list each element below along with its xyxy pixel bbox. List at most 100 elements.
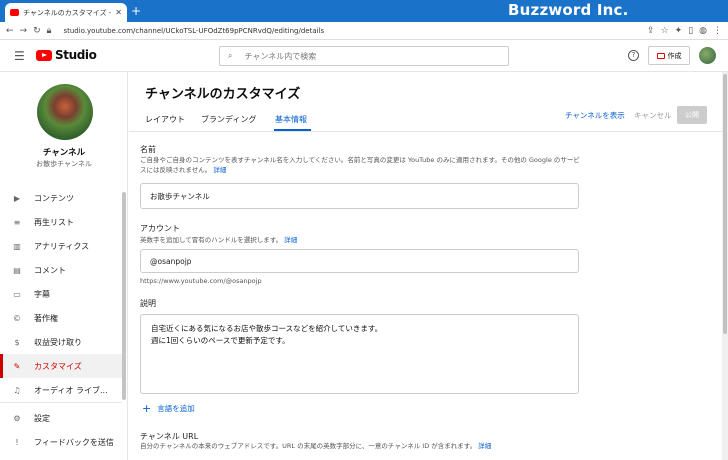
studio-sidebar: チャンネル お散歩チャンネル ▶ コンテンツ ≡ 再生リスト ▥ アナリティクス… — [0, 72, 128, 460]
sidebar-item-label: アナリティクス — [34, 241, 90, 251]
forward-icon[interactable]: → — [20, 26, 28, 36]
description-label: 説明 — [140, 299, 156, 308]
channel-url-description-text: 自分のチャンネルの本来のウェブアドレスです。URL の末尾の英数字部分に、一意の… — [140, 442, 477, 450]
add-language-label: 言語を追加 — [157, 404, 195, 413]
name-description-text: ご自身やご自身のコンテンツを表すチャンネル名を入力してください。名前と写真の変更… — [140, 156, 580, 174]
sidebar-item-playlists[interactable]: ≡ 再生リスト — [0, 210, 122, 234]
hamburger-menu-icon[interactable]: ☰ — [14, 49, 25, 63]
tab-branding[interactable]: ブランディング — [201, 114, 256, 125]
sidebar-item-label: 設定 — [34, 413, 50, 423]
back-icon[interactable]: ← — [6, 26, 14, 36]
account-description: 英数字を追加して冒有のハンドルを選択します。 詳細 — [140, 235, 580, 245]
sidebar-item-copyright[interactable]: © 著作権 — [0, 306, 122, 330]
sidebar-item-label: フィードバックを送信 — [34, 437, 114, 447]
help-icon[interactable]: ? — [628, 50, 639, 61]
playlist-icon: ≡ — [13, 217, 21, 227]
channel-name: チャンネル — [42, 148, 86, 158]
content-icon: ▶ — [13, 193, 21, 203]
sidebar-item-feedback[interactable]: ! フィードバックを送信 — [0, 430, 122, 454]
close-tab-icon[interactable]: ✕ — [115, 8, 122, 17]
search-icon: ⌕ — [228, 51, 233, 60]
page-title: チャンネルのカスタマイズ — [145, 87, 301, 102]
extensions-icon[interactable]: ✦ — [675, 26, 683, 36]
sidebar-scrollbar[interactable] — [122, 192, 126, 400]
channel-url-details-link[interactable]: 詳細 — [478, 442, 491, 450]
create-button[interactable]: 作成 — [648, 46, 690, 65]
sidebar-item-audio-library[interactable]: ♫ オーディオ ライブ... — [0, 378, 122, 402]
create-video-icon — [656, 52, 665, 59]
studio-logo-text: Studio — [55, 48, 97, 62]
view-channel-link[interactable]: チャンネルを表示 — [565, 110, 625, 121]
description-line-1: 自宅近くにある気になるお店や散歩コースなどを紹介していきます。 — [151, 324, 383, 333]
gear-icon: ⚙ — [13, 413, 21, 423]
name-label: 名前 — [140, 145, 156, 154]
sidebar-item-customization[interactable]: ✎ カスタマイズ — [0, 354, 122, 378]
tab-layout[interactable]: レイアウト — [145, 114, 185, 125]
new-tab-button[interactable]: + — [131, 4, 141, 18]
search-placeholder: チャンネル内で検索 — [244, 51, 317, 61]
sidebar-item-label: 収益受け取り — [34, 337, 82, 347]
cancel-button[interactable]: キャンセル — [634, 110, 672, 121]
handle-input[interactable]: @osanpojp — [140, 249, 579, 273]
youtube-play-icon — [36, 49, 52, 61]
sidebar-item-label: コンテンツ — [34, 193, 74, 203]
channel-url-description: 自分のチャンネルの本来のウェブアドレスです。URL の末尾の英数字部分に、一意の… — [140, 441, 600, 451]
channel-name-input[interactable]: お散歩チャンネル — [140, 183, 579, 209]
create-button-label: 作成 — [667, 51, 682, 60]
bookmark-star-icon[interactable]: ☆ — [661, 26, 669, 36]
magic-wand-icon: ✎ — [13, 361, 21, 371]
name-description: ご自身やご自身のコンテンツを表すチャンネル名を入力してください。名前と写真の変更… — [140, 155, 580, 175]
sidebar-item-monetization[interactable]: $ 収益受け取り — [0, 330, 122, 354]
sidebar-item-label: 字幕 — [34, 289, 50, 299]
tabs-divider — [129, 131, 728, 132]
comments-icon: ▤ — [13, 265, 21, 275]
dollar-icon: $ — [14, 337, 20, 347]
name-details-link[interactable]: 詳細 — [213, 166, 226, 174]
account-avatar[interactable] — [699, 47, 716, 64]
publish-button[interactable]: 公開 — [677, 106, 707, 124]
description-textarea[interactable]: 自宅近くにある気になるお店や散歩コースなどを紹介していきます。 週に1回くらいの… — [140, 314, 579, 394]
reload-icon[interactable]: ↻ — [33, 26, 41, 36]
profile-icon[interactable]: ◍ — [699, 26, 707, 36]
analytics-icon: ▥ — [13, 241, 21, 251]
add-language-button[interactable]: + 言語を追加 — [142, 402, 195, 415]
main-content: チャンネルのカスタマイズ レイアウト ブランディング 基本情報 チャンネルを表示… — [129, 72, 728, 460]
brand-watermark: Buzzword Inc. — [508, 1, 629, 19]
sidebar-item-comments[interactable]: ▤ コメント — [0, 258, 122, 282]
browser-menu-icon[interactable]: ⋮ — [713, 26, 722, 36]
sidebar-divider — [0, 402, 122, 403]
audio-icon: ♫ — [13, 385, 21, 395]
youtube-favicon-icon — [10, 9, 19, 16]
main-scrollbar-thumb[interactable] — [723, 74, 727, 334]
browser-tab-title: チャンネルのカスタマイズ - YouTube S — [23, 8, 112, 17]
copyright-icon: © — [13, 313, 21, 323]
account-details-link[interactable]: 詳細 — [284, 236, 297, 244]
sidebar-item-label: 再生リスト — [34, 217, 74, 227]
address-bar: ← → ↻ 🔒︎ studio.youtube.com/channel/UCko… — [0, 22, 728, 40]
lock-icon[interactable]: 🔒︎ — [47, 26, 52, 36]
sidebar-item-label: オーディオ ライブ... — [34, 385, 108, 395]
account-label: アカウント — [140, 224, 180, 233]
browser-tab-strip: チャンネルのカスタマイズ - YouTube S ✕ + Buzzword In… — [0, 0, 728, 22]
channel-search-input[interactable]: ⌕ チャンネル内で検索 — [219, 46, 509, 66]
account-description-text: 英数字を追加して冒有のハンドルを選択します。 — [140, 236, 283, 244]
sidebar-item-label: 著作権 — [34, 313, 58, 323]
sidebar-item-settings[interactable]: ⚙ 設定 — [0, 406, 122, 430]
url-field[interactable]: studio.youtube.com/channel/UCkoTSL-UFOdZ… — [57, 27, 641, 35]
feedback-icon: ! — [15, 437, 19, 447]
tab-basic-info[interactable]: 基本情報 — [275, 114, 307, 125]
sidepanel-icon[interactable]: ▯ — [688, 26, 693, 36]
sidebar-item-analytics[interactable]: ▥ アナリティクス — [0, 234, 122, 258]
browser-tab[interactable]: チャンネルのカスタマイズ - YouTube S ✕ — [5, 3, 127, 22]
subtitles-icon: ▭ — [13, 289, 21, 299]
sidebar-item-content[interactable]: ▶ コンテンツ — [0, 186, 122, 210]
channel-avatar[interactable] — [37, 84, 93, 140]
share-icon[interactable]: ⇪ — [647, 26, 655, 36]
studio-logo[interactable]: Studio — [36, 48, 97, 62]
sidebar-item-label: カスタマイズ — [34, 361, 82, 371]
channel-subtitle: お散歩チャンネル — [36, 160, 92, 168]
studio-header: ☰ Studio ⌕ チャンネル内で検索 ? 作成 — [0, 40, 728, 72]
description-line-2: 週に1回くらいのペースで更新予定です。 — [151, 336, 290, 345]
plus-icon: + — [142, 402, 152, 415]
sidebar-item-subtitles[interactable]: ▭ 字幕 — [0, 282, 122, 306]
